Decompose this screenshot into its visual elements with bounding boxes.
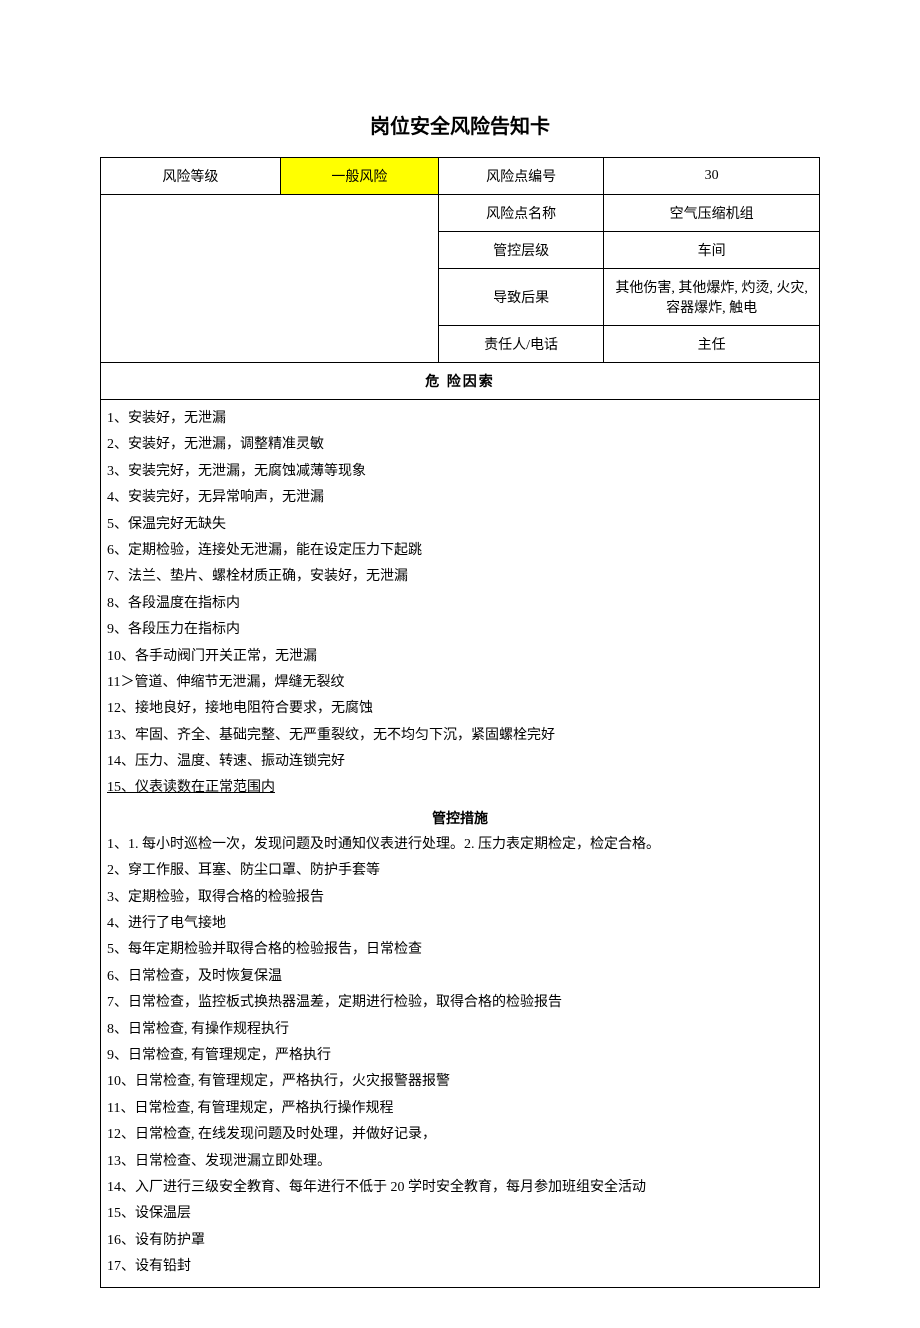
content-row: 1、安装好，无泄漏2、安装好，无泄漏，调整精准灵敏3、安装完好，无泄漏，无腐蚀减… — [101, 400, 820, 1288]
consequence-label: 导致后果 — [438, 269, 603, 326]
control-measures-header: 管控措施 — [107, 802, 813, 832]
risk-factors-header: 危 险因索 — [101, 363, 820, 400]
content-cell: 1、安装好，无泄漏2、安装好，无泄漏，调整精准灵敏3、安装完好，无泄漏，无腐蚀减… — [101, 400, 820, 1288]
risk-factor-item: 6、定期检验，连接处无泄漏，能在设定压力下起跳 — [107, 538, 813, 564]
risk-factor-item: 4、安装完好，无异常响声，无泄漏 — [107, 485, 813, 511]
control-measure-item: 10、日常检查, 有管理规定，严格执行，火灾报警器报警 — [107, 1069, 813, 1095]
risk-factor-item: 2、安装好，无泄漏，调整精准灵敏 — [107, 432, 813, 458]
control-measures-list: 1、1. 每小时巡检一次，发现问题及时通知仪表进行处理。2. 压力表定期检定，检… — [107, 832, 813, 1281]
control-level-label: 管控层级 — [438, 232, 603, 269]
risk-level-label: 风险等级 — [101, 158, 281, 195]
risk-factor-item: 14、压力、温度、转速、振动连锁完好 — [107, 749, 813, 775]
risk-factor-item: 8、各段温度在指标内 — [107, 591, 813, 617]
consequence-value: 其他伤害, 其他爆炸, 灼烫, 火灾, 容器爆炸, 触电 — [604, 269, 820, 326]
risk-factor-item: 13、牢固、齐全、基础完整、无严重裂纹，无不均匀下沉，紧固螺栓完好 — [107, 723, 813, 749]
risk-factor-item: 3、安装完好，无泄漏，无腐蚀减薄等现象 — [107, 459, 813, 485]
control-measure-item: 13、日常检查、发现泄漏立即处理。 — [107, 1149, 813, 1175]
header-row-1: 风险等级 一般风险 风险点编号 30 — [101, 158, 820, 195]
risk-point-name-value: 空气压缩机组 — [604, 195, 820, 232]
control-measure-item: 6、日常检查，及时恢复保温 — [107, 964, 813, 990]
responsible-value: 主任 — [604, 326, 820, 363]
risk-point-name-label: 风险点名称 — [438, 195, 603, 232]
control-measure-item: 5、每年定期检验并取得合格的检验报告，日常检查 — [107, 937, 813, 963]
risk-factor-item: 11＞管道、伸缩节无泄漏，焊缝无裂纹 — [107, 670, 813, 696]
control-measure-item: 9、日常检查, 有管理规定，严格执行 — [107, 1043, 813, 1069]
control-measure-item: 14、入厂进行三级安全教育、每年进行不低于 20 学时安全教育，每月参加班组安全… — [107, 1175, 813, 1201]
risk-point-number-value: 30 — [604, 158, 820, 195]
control-measure-item: 8、日常检查, 有操作规程执行 — [107, 1017, 813, 1043]
control-measure-item: 16、设有防护罩 — [107, 1228, 813, 1254]
control-measure-item: 7、日常检查，监控板式换热器温差，定期进行检验，取得合格的检验报告 — [107, 990, 813, 1016]
risk-factor-item: 12、接地良好，接地电阻符合要求，无腐蚀 — [107, 696, 813, 722]
risk-level-value: 一般风险 — [280, 158, 438, 195]
control-level-value: 车间 — [604, 232, 820, 269]
risk-factors-list: 1、安装好，无泄漏2、安装好，无泄漏，调整精准灵敏3、安装完好，无泄漏，无腐蚀减… — [107, 406, 813, 775]
header-row-2: 风险点名称 空气压缩机组 — [101, 195, 820, 232]
control-measure-item: 3、定期检验，取得合格的检验报告 — [107, 885, 813, 911]
risk-factor-item: 9、各段压力在指标内 — [107, 617, 813, 643]
risk-factors-header-row: 危 险因索 — [101, 363, 820, 400]
risk-info-table: 风险等级 一般风险 风险点编号 30 风险点名称 空气压缩机组 管控层级 车间 … — [100, 157, 820, 1288]
risk-factor-item: 10、各手动阀门开关正常，无泄漏 — [107, 644, 813, 670]
empty-spanning-cell — [101, 195, 439, 363]
control-measure-item: 4、进行了电气接地 — [107, 911, 813, 937]
risk-factor-item: 1、安装好，无泄漏 — [107, 406, 813, 432]
control-measure-item: 1、1. 每小时巡检一次，发现问题及时通知仪表进行处理。2. 压力表定期检定，检… — [107, 832, 813, 858]
document-title: 岗位安全风险告知卡 — [100, 110, 820, 139]
risk-factor-item: 5、保温完好无缺失 — [107, 512, 813, 538]
control-measure-item: 2、穿工作服、耳塞、防尘口罩、防护手套等 — [107, 858, 813, 884]
risk-factor-last: 15、仪表读数在正常范围内 — [107, 775, 813, 801]
control-measure-item: 12、日常检查, 在线发现问题及时处理，并做好记录， — [107, 1122, 813, 1148]
control-measure-item: 11、日常检查, 有管理规定，严格执行操作规程 — [107, 1096, 813, 1122]
risk-point-number-label: 风险点编号 — [438, 158, 603, 195]
responsible-label: 责任人/电话 — [438, 326, 603, 363]
risk-factor-item: 7、法兰、垫片、螺栓材质正确，安装好，无泄漏 — [107, 564, 813, 590]
control-measure-item: 15、设保温层 — [107, 1201, 813, 1227]
control-measure-item: 17、设有铅封 — [107, 1254, 813, 1280]
